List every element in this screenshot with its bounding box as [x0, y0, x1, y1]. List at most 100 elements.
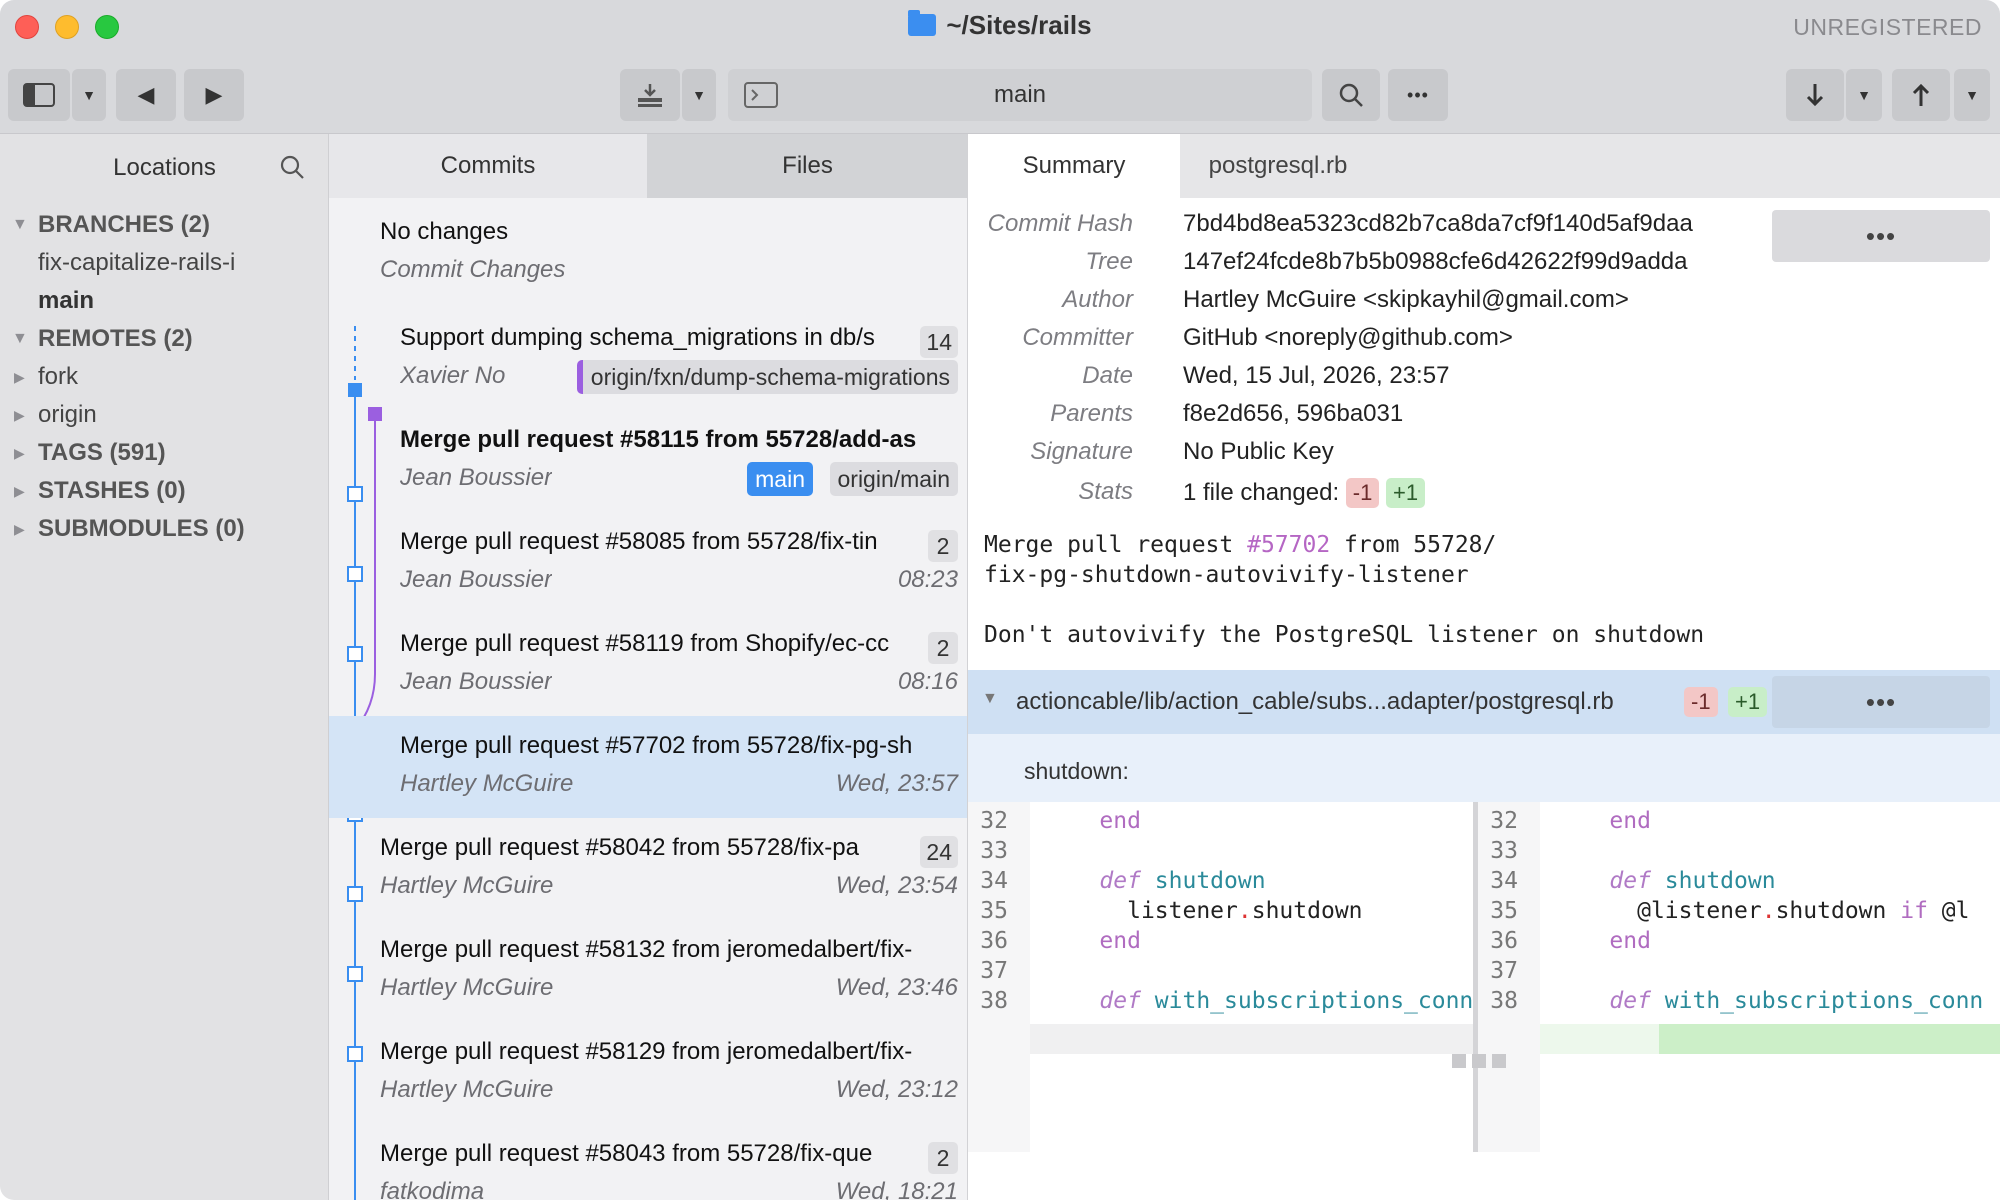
sidebar-item-remote-origin[interactable]: ▶ origin — [0, 396, 329, 434]
commit-row[interactable]: Merge pull request #58085 from 55728/fix… — [329, 512, 967, 614]
sidebar-menu-button[interactable]: ▼ — [72, 69, 106, 121]
code-token: @l — [1927, 898, 1970, 924]
sidebar-section-stashes[interactable]: ▶ STASHES (0) — [0, 472, 329, 510]
sidebar-section-submodules[interactable]: ▶ SUBMODULES (0) — [0, 510, 329, 548]
commit-count-badge: 2 — [928, 530, 958, 562]
lines-removed-badge: -1 — [1345, 478, 1380, 508]
tab-label: Commits — [440, 152, 536, 179]
commit-row[interactable]: Merge pull request #58043 from 55728/fix… — [329, 1124, 967, 1200]
commit-author: Hartley McGuire — [380, 974, 554, 1001]
sidebar-section-branches[interactable]: ▼ BRANCHES (2) — [0, 206, 329, 244]
commit-message-line-2: fix-pg-shutdown-autovivify-listener — [984, 562, 1469, 588]
ref-badge-head[interactable]: main — [747, 462, 813, 496]
commit-row[interactable]: Support dumping schema_migrations in db/… — [329, 308, 967, 410]
disclosure-closed-icon[interactable]: ▶ — [14, 434, 25, 472]
forward-button[interactable]: ▶ — [184, 69, 244, 121]
code-line: def shutdown — [1554, 868, 1775, 894]
arrow-up-icon — [1912, 83, 1930, 106]
arrow-down-icon — [1806, 84, 1824, 107]
message-text: from 55728/ — [1330, 532, 1497, 558]
line-number: 34 — [980, 868, 1008, 894]
commit-row[interactable]: Merge pull request #58129 from jeromedal… — [329, 1022, 967, 1124]
code-line: end — [1044, 808, 1141, 834]
sidebar-header: Locations — [0, 134, 329, 198]
tab-files[interactable]: Files — [647, 134, 967, 198]
more-actions-button[interactable]: ••• — [1388, 69, 1448, 121]
pull-menu-button[interactable]: ▼ — [1846, 69, 1882, 121]
ref-badge[interactable]: origin/main — [829, 462, 958, 496]
parents-value[interactable]: f8e2d656, 596ba031 — [1183, 400, 1403, 428]
commit-hash-value[interactable]: 7bd4bd8ea5323cd82b7ca8da7cf9f140d5af9daa — [1183, 210, 1693, 238]
disclosure-open-icon[interactable]: ▼ — [982, 690, 998, 708]
push-menu-button[interactable]: ▼ — [1954, 69, 1990, 121]
sidebar-section-remotes[interactable]: ▼ REMOTES (2) — [0, 320, 329, 358]
date-value: Wed, 15 Jul, 2026, 23:57 — [1183, 362, 1450, 389]
branch-field[interactable]: main — [728, 69, 1312, 121]
code-token: if — [1900, 898, 1928, 924]
disclosure-open-icon[interactable]: ▼ — [12, 206, 28, 244]
meta-label: Tree — [1085, 248, 1133, 275]
commit-row[interactable]: Merge pull request #58115 from 55728/add… — [329, 410, 967, 512]
line-number: 37 — [1490, 958, 1518, 984]
stash-button[interactable] — [620, 69, 680, 121]
commit-options-button[interactable]: ••• — [1772, 210, 1990, 262]
tab-summary[interactable]: Summary — [968, 134, 1180, 198]
toggle-sidebar-button[interactable] — [8, 69, 70, 121]
disclosure-closed-icon[interactable]: ▶ — [14, 510, 25, 548]
ref-badge[interactable]: origin/fxn/dump-schema-migrations — [576, 360, 958, 394]
search-icon[interactable] — [279, 154, 305, 180]
hunk-header: shutdown: — [968, 734, 2000, 802]
sidebar-item-remote-fork[interactable]: ▶ fork — [0, 358, 329, 396]
commit-row[interactable]: Merge pull request #58042 from 55728/fix… — [329, 818, 967, 920]
code-line: def with_subscriptions_conn — [1044, 988, 1473, 1014]
search-icon — [1339, 83, 1363, 107]
code-token: . — [1761, 898, 1776, 924]
commit-count-badge: 2 — [928, 632, 958, 664]
sidebar-item-branch[interactable]: fix-capitalize-rails-i — [0, 244, 329, 282]
pull-button[interactable] — [1786, 69, 1844, 121]
locations-sidebar: Locations ▼ BRANCHES (2) fix-capitalize-r… — [0, 134, 329, 1200]
sidebar-item-label: origin — [38, 401, 97, 428]
line-number: 38 — [1490, 988, 1518, 1014]
diff-view: 32 end 33 34 def shutdown 35 listener.shutd… — [968, 802, 2000, 1152]
sidebar-item-branch-main[interactable]: main — [0, 282, 329, 320]
tab-label: Summary — [1022, 152, 1126, 179]
sidebar-item-label: fix-capitalize-rails-i — [38, 249, 236, 276]
code-line: listener.shutdown — [1044, 898, 1363, 924]
titlebar: ~/Sites/rails UNREGISTERED ▼ ◀ ▶ ▼ main … — [0, 0, 2000, 134]
pr-link[interactable]: #57702 — [1247, 532, 1330, 558]
tab-file[interactable]: postgresql.rb — [1180, 134, 1376, 198]
code-line: def with_subscriptions_conn — [1554, 988, 1983, 1014]
line-number: 36 — [980, 928, 1008, 954]
code-token: with_subscriptions_conn — [1154, 988, 1473, 1014]
file-options-button[interactable]: ••• — [1772, 676, 1990, 728]
sidebar-section-tags[interactable]: ▶ TAGS (591) — [0, 434, 329, 472]
commit-row-selected[interactable]: Merge pull request #57702 from 55728/fix… — [329, 716, 967, 818]
commit-row[interactable]: Merge pull request #58119 from Shopify/e… — [329, 614, 967, 716]
commit-count-badge: 2 — [928, 1142, 958, 1174]
file-diff-header[interactable]: ▼ actioncable/lib/action_cable/subs...ad… — [968, 670, 2000, 734]
sidebar-section-label: BRANCHES (2) — [38, 211, 211, 238]
code-token: shutdown — [1251, 898, 1363, 924]
more-dots-icon: ••• — [1865, 686, 1897, 717]
more-dots-icon: ••• — [1407, 84, 1429, 105]
commit-title: Merge pull request #57702 from 55728/fix… — [400, 732, 913, 759]
disclosure-closed-icon[interactable]: ▶ — [14, 396, 25, 434]
main-window: ~/Sites/rails UNREGISTERED ▼ ◀ ▶ ▼ main … — [0, 0, 2000, 1200]
commit-title: Merge pull request #58042 from 55728/fix… — [380, 834, 859, 861]
disclosure-open-icon[interactable]: ▼ — [12, 320, 28, 358]
commit-title: Merge pull request #58085 from 55728/fix… — [400, 528, 878, 555]
disclosure-closed-icon[interactable]: ▶ — [14, 358, 25, 396]
tab-commits[interactable]: Commits — [329, 134, 647, 198]
meta-label: Date — [1082, 362, 1133, 389]
commit-row[interactable]: Merge pull request #58132 from jeromedal… — [329, 920, 967, 1022]
commit-title: Merge pull request #58115 from 55728/add… — [400, 426, 917, 453]
stash-menu-button[interactable]: ▼ — [682, 69, 716, 121]
sidebar-section-label: STASHES (0) — [38, 477, 186, 504]
push-button[interactable] — [1892, 69, 1950, 121]
disclosure-closed-icon[interactable]: ▶ — [14, 472, 25, 510]
uncommitted-row[interactable]: No changes Commit Changes — [329, 208, 967, 298]
back-button[interactable]: ◀ — [116, 69, 176, 121]
search-button[interactable] — [1322, 69, 1380, 121]
